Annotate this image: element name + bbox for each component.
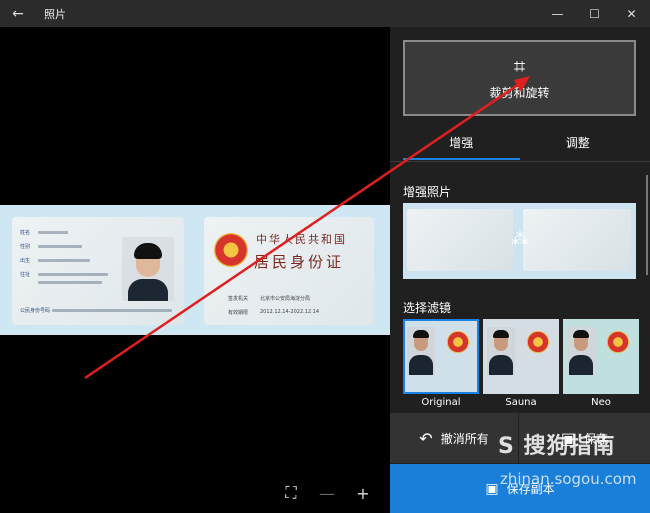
edit-tabs: 增强 调整: [403, 130, 636, 160]
filter-name: Sauna: [505, 397, 537, 408]
id-text-line: [38, 259, 90, 262]
id-label-name: 姓名: [20, 230, 31, 236]
id-label-sex: 性别: [20, 244, 31, 250]
crop-rotate-label: 裁剪和旋转: [489, 85, 550, 100]
filter-neo[interactable]: Neo: [563, 319, 639, 408]
id-text-line: [38, 281, 102, 284]
id-back-validity-label: 有效期限: [228, 310, 249, 316]
select-filter-label: 选择滤镜: [403, 301, 452, 315]
national-emblem-icon: [214, 233, 248, 267]
watermark-logo: S 搜狗指南: [498, 434, 616, 459]
undo-all-label: 撤消所有: [440, 431, 489, 446]
filter-name: Original: [421, 397, 461, 408]
tab-divider: [390, 161, 650, 162]
window-controls: — ☐ ✕: [539, 0, 650, 27]
crop-rotate-button[interactable]: ⌗ 裁剪和旋转: [403, 40, 636, 116]
filter-list: Original Sauna Neo: [403, 319, 639, 408]
filter-thumbnail: [563, 319, 639, 394]
photo-canvas[interactable]: 姓名 性别 出生 住址 公民身份号码 中华人民共和国 居民身份证 签发机关 北京…: [0, 27, 390, 513]
filter-thumbnail: [483, 319, 559, 394]
id-label-number: 公民身份号码: [20, 308, 51, 314]
undo-icon: ↶: [419, 428, 433, 448]
zoom-out-icon[interactable]: —: [318, 484, 336, 503]
filter-sauna[interactable]: Sauna: [483, 319, 559, 408]
id-card-back: 中华人民共和国 居民身份证 签发机关 北京市公安局海淀分局 有效期限 2012.…: [204, 217, 374, 325]
window-title: 照片: [44, 7, 66, 21]
enhance-photo-label: 增强照片: [403, 185, 452, 199]
filter-original[interactable]: Original: [403, 319, 479, 408]
enhance-thumb-back: [523, 209, 631, 271]
zoom-in-icon[interactable]: +: [354, 484, 372, 503]
panel-scrollbar[interactable]: [646, 175, 648, 275]
id-back-line1: 中华人民共和国: [256, 233, 347, 246]
id-text-line: [38, 273, 108, 276]
id-back-authority-label: 签发机关: [228, 296, 249, 302]
title-bar: ← 照片 — ☐ ✕: [0, 0, 650, 27]
id-label-address: 住址: [20, 272, 31, 278]
magic-wand-icon: ⁂: [511, 229, 529, 250]
filter-name: Neo: [591, 397, 611, 408]
filter-thumbnail: [403, 319, 479, 394]
id-text-line: [38, 231, 68, 234]
maximize-button[interactable]: ☐: [576, 0, 613, 27]
tab-adjust[interactable]: 调整: [520, 130, 637, 160]
id-text-line: [38, 245, 82, 248]
portrait-image: [122, 237, 174, 301]
id-card-photo: 姓名 性别 出生 住址 公民身份号码 中华人民共和国 居民身份证 签发机关 北京…: [0, 205, 390, 335]
enhance-photo-button[interactable]: ⁂: [403, 203, 636, 279]
id-text-line: [52, 309, 172, 312]
id-card-front: 姓名 性别 出生 住址 公民身份号码: [12, 217, 184, 325]
enhance-thumb-front: [407, 209, 513, 271]
id-label-birth: 出生: [20, 258, 31, 264]
watermark-url: zhinan.sogou.com: [500, 470, 637, 488]
crop-icon: ⌗: [513, 53, 526, 78]
tab-enhance[interactable]: 增强: [403, 130, 520, 160]
id-back-authority-value: 北京市公安局海淀分局: [260, 296, 311, 302]
back-arrow-icon[interactable]: ←: [0, 0, 36, 27]
close-button[interactable]: ✕: [613, 0, 650, 27]
minimize-button[interactable]: —: [539, 0, 576, 27]
id-back-line2: 居民身份证: [254, 253, 345, 271]
canvas-toolbar: ⛶ — +: [282, 483, 372, 503]
id-back-validity-value: 2012.12.14-2022.12.14: [260, 309, 320, 315]
save-copy-icon: ▣: [485, 480, 499, 497]
fit-to-window-icon[interactable]: ⛶: [282, 483, 300, 503]
